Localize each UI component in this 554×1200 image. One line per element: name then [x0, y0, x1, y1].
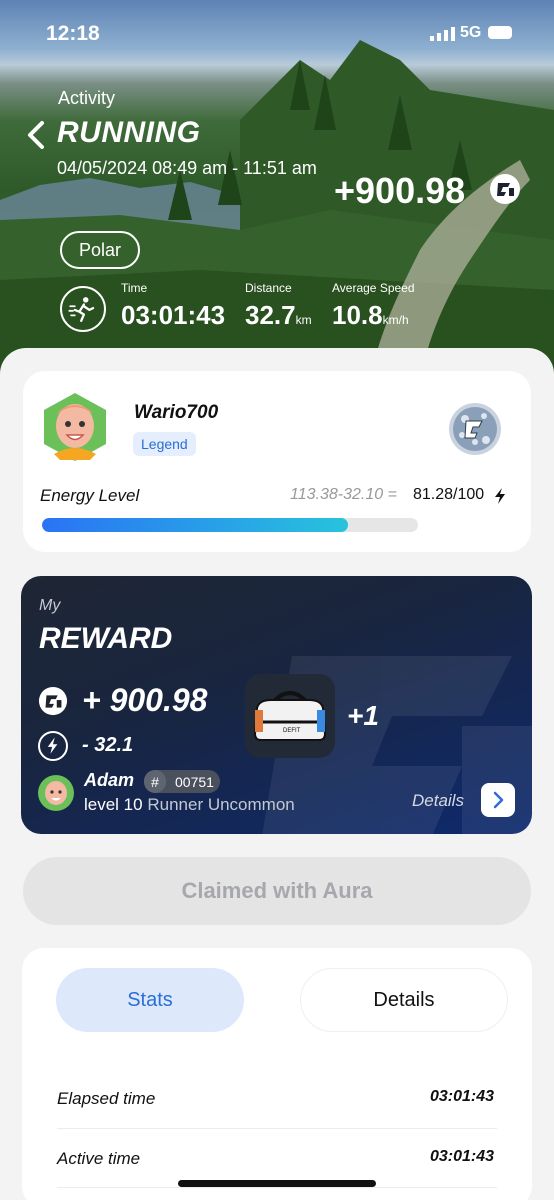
defit-coin-icon	[38, 686, 68, 716]
lightning-icon	[495, 488, 505, 504]
tab-details[interactable]: Details	[300, 968, 508, 1032]
stat-speed-value: 10.8km/h	[332, 300, 409, 330]
claim-button[interactable]: Claimed with Aura	[23, 857, 531, 925]
energy-progress-bar	[42, 518, 418, 532]
page-title: RUNNING	[57, 116, 201, 149]
owner-avatar	[38, 775, 74, 811]
home-indicator	[178, 1180, 376, 1187]
defit-coin-icon	[490, 174, 520, 204]
running-icon	[60, 286, 106, 332]
status-time: 12:18	[46, 22, 100, 45]
signal-icon	[430, 27, 455, 41]
row-divider	[57, 1128, 497, 1129]
stat-distance-label: Distance	[245, 281, 292, 295]
back-arrow-icon[interactable]	[24, 120, 48, 150]
owner-level: level 10 Runner Uncommon	[84, 795, 295, 814]
energy-bolt-icon	[38, 731, 68, 761]
stats-row-value: 03:01:43	[430, 1148, 495, 1165]
hash-icon: #	[144, 770, 166, 793]
reward-details-button[interactable]	[481, 783, 515, 817]
owner-id: 00751	[175, 773, 214, 790]
stat-time-value: 03:01:43	[121, 300, 226, 330]
stat-time-label: Time	[121, 281, 148, 295]
row-divider	[57, 1187, 497, 1188]
network-label: 5G	[460, 24, 482, 41]
stat-speed-label: Average Speed	[332, 281, 415, 295]
reward-total: +900.98	[334, 170, 466, 211]
owner-id-chip: # 00751	[144, 770, 220, 793]
battery-icon	[488, 26, 512, 39]
energy-level-label: Energy Level	[40, 486, 140, 505]
gym-bag-icon: DEFIT	[253, 691, 327, 741]
item-bonus: +1	[347, 700, 379, 731]
defit-token-logo	[449, 403, 501, 455]
rank-badge: Legend	[133, 432, 196, 456]
energy-progress-fill	[42, 518, 348, 532]
username: Wario700	[134, 402, 219, 423]
activity-date-range: 04/05/2024 08:49 am - 11:51 am	[57, 158, 317, 178]
energy-value: 81.28/100	[413, 486, 485, 503]
status-bar: 12:18 5G	[0, 0, 554, 70]
reward-details-link[interactable]: Details	[412, 791, 464, 811]
user-avatar[interactable]	[40, 392, 110, 462]
reward-kicker: My	[39, 597, 61, 614]
tab-stats[interactable]: Stats	[56, 968, 244, 1032]
stats-row-value: 03:01:43	[430, 1088, 495, 1105]
chevron-right-icon	[493, 791, 504, 809]
svg-text:DEFIT: DEFIT	[283, 728, 301, 734]
source-badge: Polar	[60, 231, 140, 269]
energy-calculation: 113.38-32.10 =	[290, 486, 397, 503]
reward-amount: + 900.98	[82, 682, 208, 718]
reward-item-box[interactable]: DEFIT	[245, 674, 335, 758]
stats-row-label: Elapsed time	[57, 1089, 156, 1108]
reward-title: REWARD	[39, 622, 173, 655]
owner-name: Adam	[84, 770, 135, 790]
stats-row-label: Active time	[57, 1149, 141, 1168]
section-label: Activity	[58, 88, 116, 108]
stat-distance-value: 32.7km	[245, 300, 312, 330]
energy-cost: - 32.1	[82, 734, 134, 756]
